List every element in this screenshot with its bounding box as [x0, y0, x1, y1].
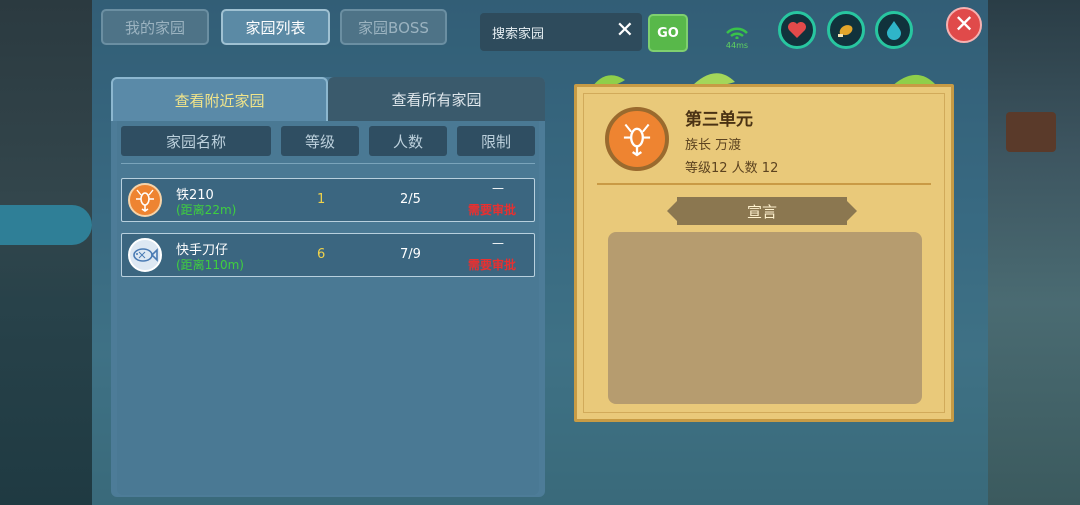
column-header-level: 等级	[281, 126, 359, 156]
wifi-icon	[726, 27, 748, 40]
home-list-panel: 查看附近家园 查看所有家园 家园名称 等级 人数 限制 铁210 (距离22m)…	[111, 77, 545, 497]
fish-icon	[128, 238, 162, 272]
clan-name: 第三单元	[685, 110, 753, 130]
tab-home-boss[interactable]: 家园BOSS	[340, 9, 447, 45]
close-button[interactable]: ✕	[946, 7, 982, 43]
ping-label: 44ms	[725, 41, 749, 50]
limit-text: 需要审批	[468, 203, 517, 217]
tab-home-list[interactable]: 家园列表	[221, 9, 330, 45]
home-distance: (距离22m)	[176, 203, 237, 217]
home-detail-card: 第三单元 族长 万渡 等级12 人数 12 宣言	[574, 84, 954, 422]
limit-dash: —	[492, 181, 504, 195]
clan-leader: 族长 万渡	[685, 138, 742, 153]
card-divider	[597, 183, 931, 185]
header-divider	[121, 163, 535, 164]
table-row[interactable]: 快手刀仔 (距离110m) 6 7/9 — 需要审批	[121, 233, 535, 277]
limit-dash: —	[492, 236, 504, 250]
heart-icon	[788, 22, 806, 38]
hunger-stat	[827, 11, 865, 49]
table-row[interactable]: 铁210 (距离22m) 1 2/5 — 需要审批	[121, 178, 535, 222]
tab-my-home[interactable]: 我的家园	[101, 9, 209, 45]
signal-indicator: 44ms	[722, 24, 752, 50]
scorpion-icon	[605, 107, 669, 171]
background-wave	[0, 205, 92, 245]
search-input[interactable]	[490, 23, 614, 41]
column-header-name: 家园名称	[121, 126, 271, 156]
close-icon: ✕	[953, 10, 975, 38]
home-members: 2/5	[400, 192, 421, 207]
clan-stats: 等级12 人数 12	[685, 161, 779, 176]
column-header-members: 人数	[369, 126, 447, 156]
column-header-limit: 限制	[457, 126, 535, 156]
home-level: 6	[317, 247, 326, 262]
home-list: 家园名称 等级 人数 限制 铁210 (距离22m) 1 2/5 — 需要审批	[117, 121, 539, 495]
background-crate	[1006, 112, 1056, 152]
declaration-title: 宣言	[677, 197, 847, 225]
background-left	[0, 0, 92, 505]
search-box: ✕	[480, 13, 642, 51]
home-level: 1	[317, 192, 326, 207]
go-button[interactable]: GO	[648, 14, 688, 52]
declaration-box	[608, 232, 922, 404]
limit-text: 需要审批	[468, 258, 517, 272]
tab-all-homes[interactable]: 查看所有家园	[328, 77, 545, 121]
close-icon[interactable]: ✕	[616, 19, 634, 43]
health-stat	[778, 11, 816, 49]
background-right	[988, 0, 1080, 505]
water-stat	[875, 11, 913, 49]
scorpion-icon	[128, 183, 162, 217]
drumstick-icon	[838, 25, 853, 37]
tab-nearby-homes[interactable]: 查看附近家园	[111, 77, 328, 121]
water-drop-icon	[887, 21, 901, 40]
home-distance: (距离110m)	[176, 258, 244, 272]
home-members: 7/9	[400, 247, 421, 262]
